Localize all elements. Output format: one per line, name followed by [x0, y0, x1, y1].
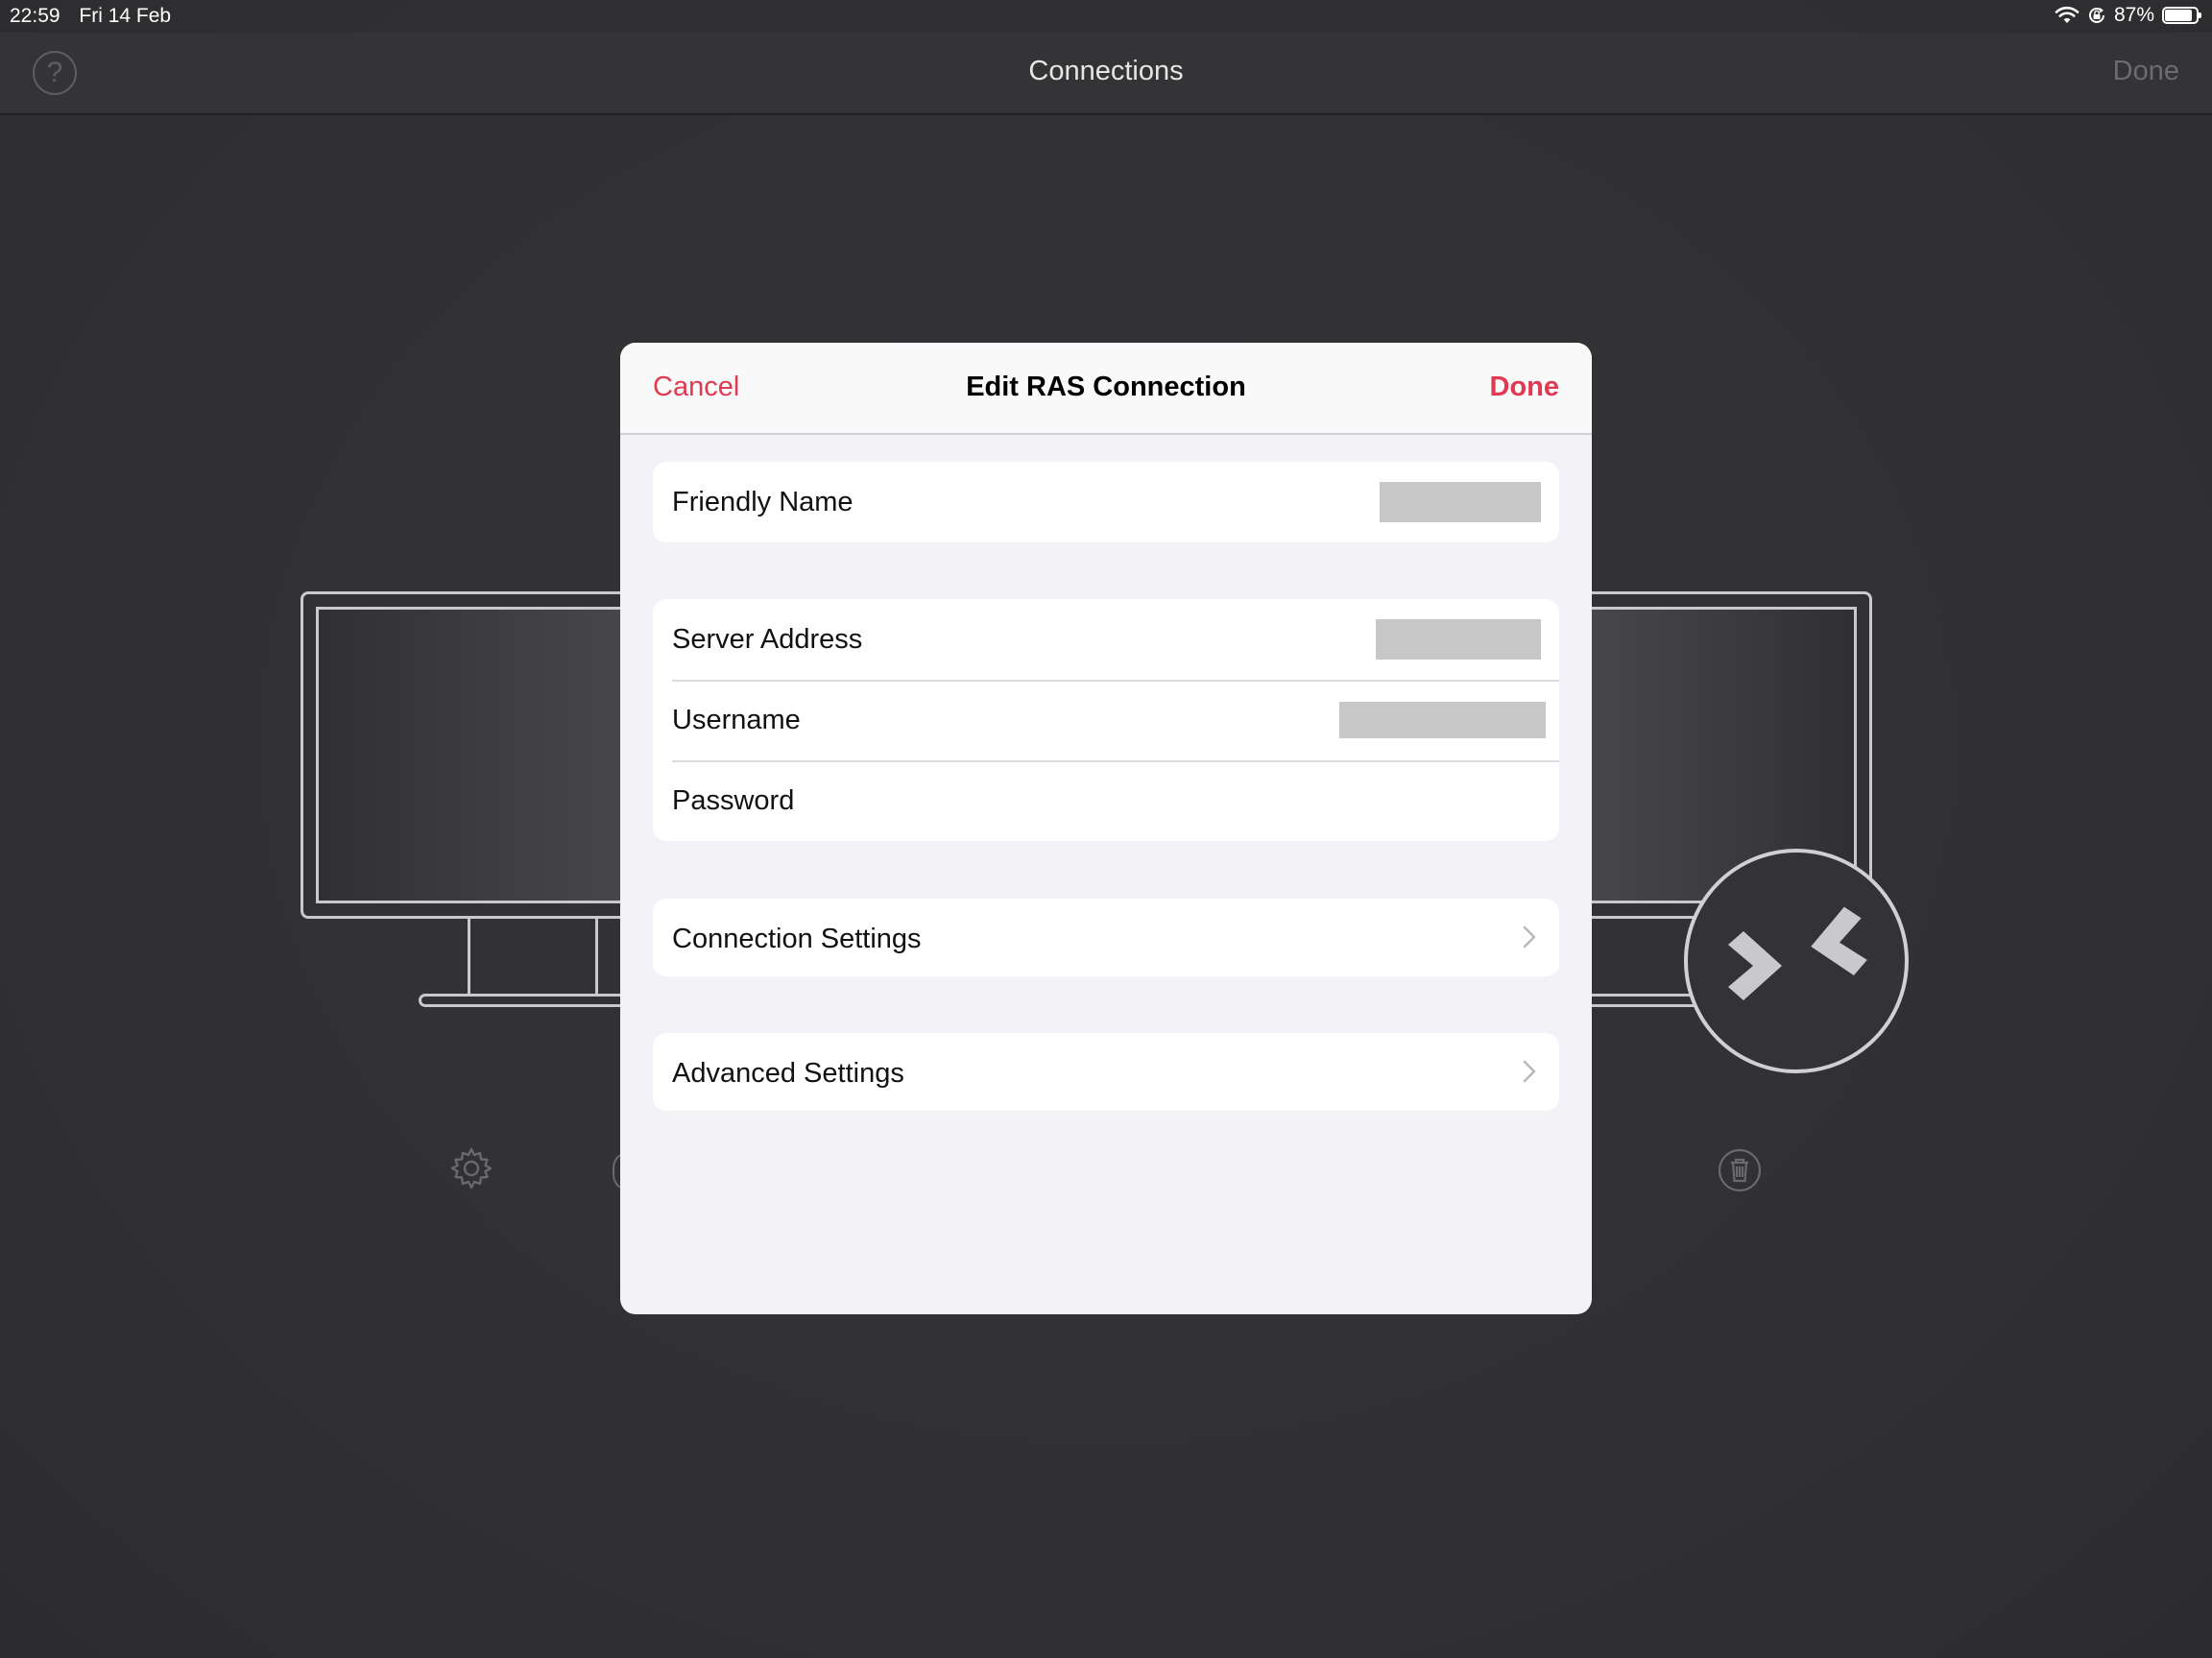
friendly-name-label: Friendly Name: [672, 487, 854, 517]
friendly-name-field[interactable]: [1380, 482, 1541, 522]
modal-header: Cancel Edit RAS Connection Done: [620, 343, 1592, 435]
connection-settings-group: Connection Settings: [653, 899, 1559, 976]
username-field[interactable]: [1339, 702, 1546, 738]
nav-done-button[interactable]: Done: [2113, 56, 2179, 87]
server-address-field[interactable]: [1376, 619, 1541, 660]
connection-settings-row[interactable]: Connection Settings: [653, 899, 1559, 976]
status-bar: 22:59 Fri 14 Feb 87%: [0, 0, 2212, 33]
chevron-right-icon: [1523, 1060, 1536, 1083]
battery-icon: [2162, 7, 2201, 24]
status-left: 22:59 Fri 14 Feb: [10, 5, 184, 28]
credentials-group: Server Address Username Password: [653, 599, 1559, 841]
name-group: Friendly Name: [653, 462, 1559, 542]
trash-icon: [1718, 1148, 1762, 1192]
remote-desktop-logo: [1684, 849, 1909, 1073]
gear-icon: [450, 1147, 493, 1189]
edit-ras-connection-modal: Cancel Edit RAS Connection Done Friendly…: [620, 343, 1592, 1314]
advanced-settings-row[interactable]: Advanced Settings: [653, 1033, 1559, 1111]
server-address-row[interactable]: Server Address: [653, 599, 1559, 680]
wifi-icon: [2055, 6, 2080, 23]
remote-desktop-logo-icon: [1728, 906, 1867, 1000]
nav-bar: ? Connections Done: [0, 33, 2212, 115]
username-label: Username: [672, 705, 801, 735]
nav-title: Connections: [1028, 56, 1184, 86]
password-label: Password: [672, 785, 795, 816]
advanced-settings-group: Advanced Settings: [653, 1033, 1559, 1111]
server-address-label: Server Address: [672, 624, 863, 655]
status-date: Fri 14 Feb: [79, 5, 172, 27]
monitor-left-stand: [468, 916, 598, 997]
advanced-settings-label: Advanced Settings: [672, 1058, 904, 1089]
monitor-left-screen: [316, 607, 669, 903]
chevron-right-icon: [1523, 925, 1536, 949]
connections-screen: 22:59 Fri 14 Feb 87% ? Connections Done …: [0, 0, 2212, 1658]
battery-fill: [2165, 10, 2192, 21]
password-row[interactable]: Password: [653, 760, 1559, 841]
connection-settings-label: Connection Settings: [672, 924, 922, 954]
orientation-lock-icon: [2089, 7, 2104, 23]
battery-percent: 87%: [2113, 4, 2154, 26]
friendly-name-row[interactable]: Friendly Name: [653, 462, 1559, 542]
status-right: 87%: [2055, 4, 2201, 27]
username-row[interactable]: Username: [653, 680, 1559, 760]
done-button[interactable]: Done: [1490, 372, 1560, 403]
status-time: 22:59: [10, 5, 60, 27]
modal-title: Edit RAS Connection: [966, 372, 1246, 402]
